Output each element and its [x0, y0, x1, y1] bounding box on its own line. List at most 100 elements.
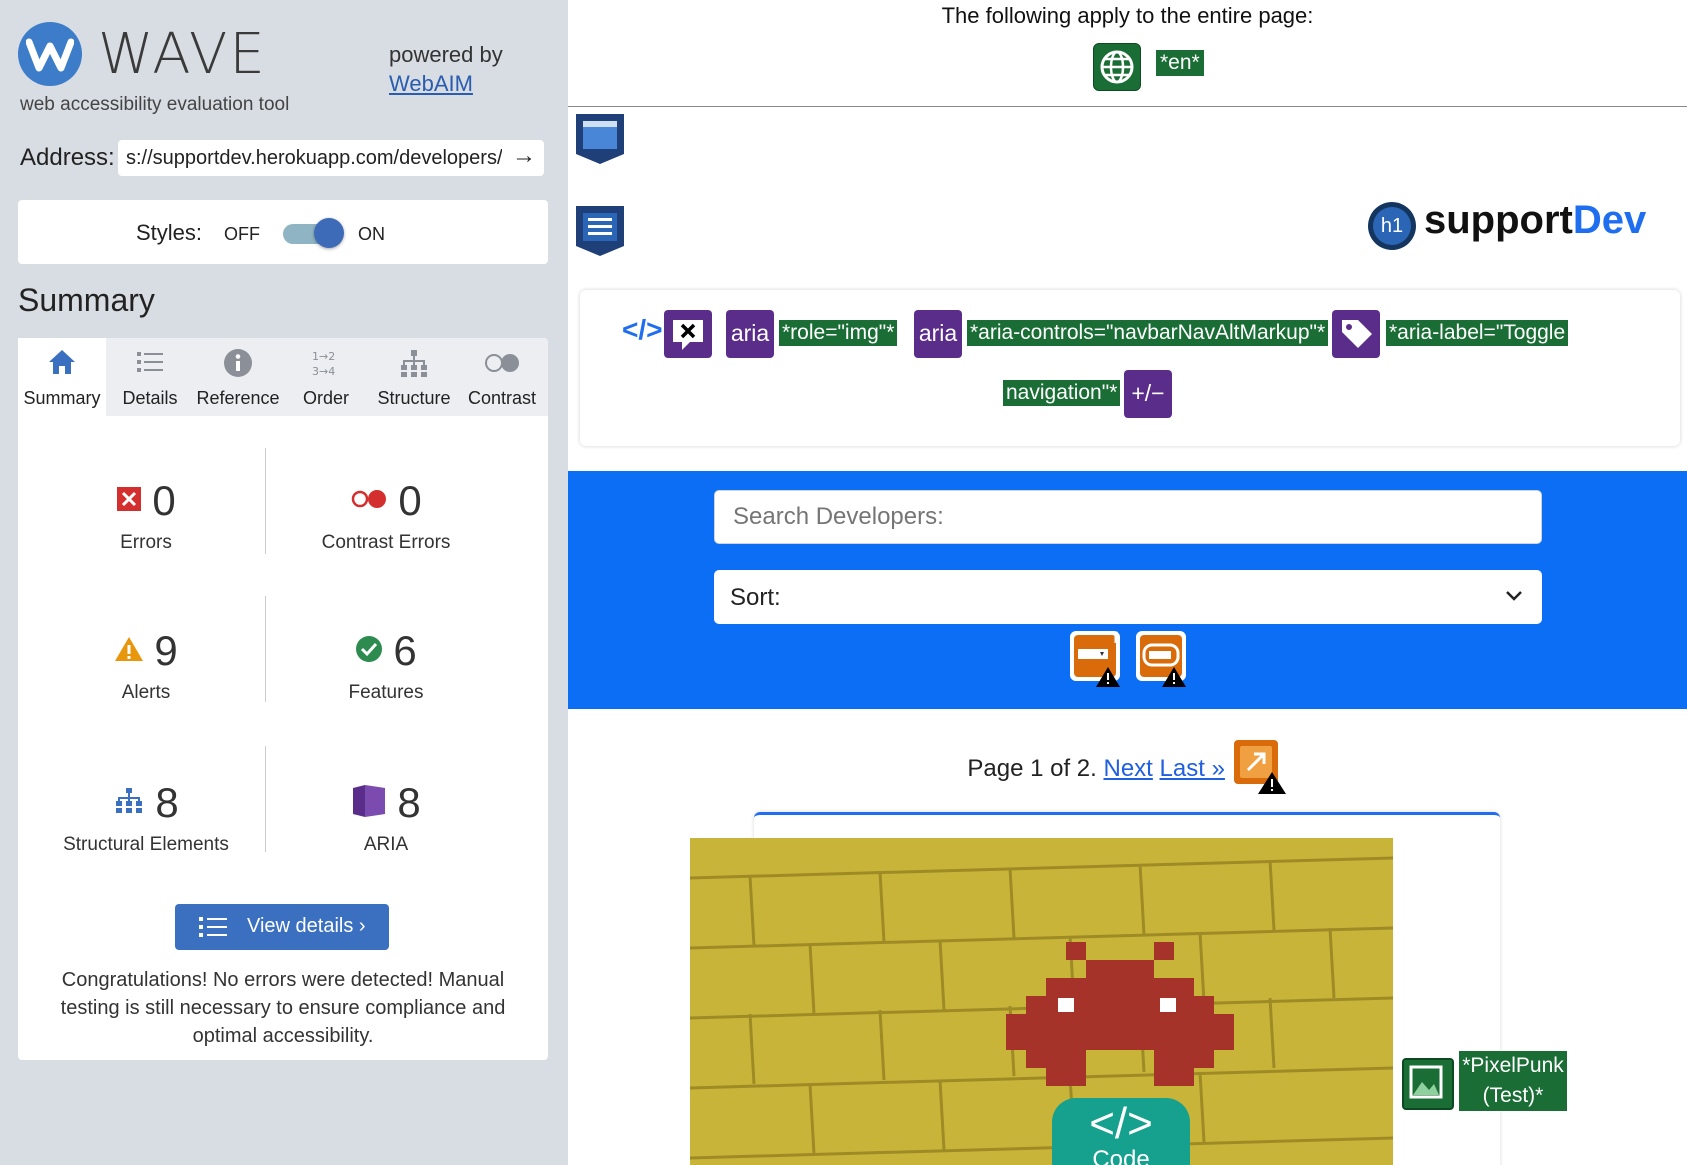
button-empty-icon[interactable] [664, 310, 712, 358]
site-title: supportDev [1424, 198, 1647, 242]
tab-label: Structure [377, 388, 451, 408]
sort-select[interactable]: Sort: [714, 570, 1542, 624]
navigation-region-icon[interactable] [574, 204, 626, 258]
address-input[interactable] [124, 146, 504, 171]
go-arrow-icon[interactable]: → [512, 142, 536, 170]
wave-logo-icon [18, 22, 82, 86]
alerts-label: Alerts [121, 682, 171, 703]
features-count: 6 [393, 627, 417, 674]
aria-controls-tag: *aria-controls="navbarNavAltMarkup"* [967, 320, 1329, 346]
wave-brand: WAVE [98, 22, 267, 87]
congrats-message: Congratulations! No errors were detected… [60, 969, 506, 1047]
developer-photo [690, 838, 1393, 1165]
pager-text: Page 1 of 2. [967, 754, 1097, 782]
tab-bar: Summary Details Reference 1→23→4 Order [18, 338, 548, 416]
sort-label: Sort: [730, 584, 781, 611]
error-icon [116, 486, 142, 517]
pager-last-link[interactable]: Last » [1160, 755, 1225, 782]
apply-text: The following apply to the entire page: [941, 3, 1314, 28]
stat-features[interactable]: 6 Features [266, 626, 506, 704]
errors-count: 0 [152, 477, 176, 524]
language-globe-icon[interactable] [1093, 43, 1141, 91]
view-details-label: View details › [247, 915, 366, 937]
alt-text-image-icon[interactable] [1402, 1058, 1454, 1110]
pager-next-link[interactable]: Next [1104, 755, 1153, 782]
list-icon [106, 348, 194, 378]
redundant-link-alert-icon[interactable] [1232, 738, 1288, 801]
list-icon [199, 916, 227, 944]
aria-icon[interactable]: aria [914, 310, 962, 358]
select-alert-icon[interactable] [1068, 629, 1122, 687]
search-developers-input[interactable] [714, 490, 1542, 544]
alerts-count: 9 [154, 627, 178, 674]
summary-panel: Summary Details Reference 1→23→4 Order [18, 338, 548, 1060]
aria-label-tag-icon[interactable] [1332, 310, 1380, 358]
aria-book-icon [351, 784, 387, 823]
code-button[interactable]: </> Code [1052, 1098, 1190, 1165]
stat-structural[interactable]: 8 Structural Elements [26, 778, 266, 856]
structure-icon [113, 787, 145, 820]
lang-tag: *en* [1156, 50, 1204, 76]
alert-icon [114, 635, 144, 668]
stat-contrast-errors[interactable]: 0 Contrast Errors [266, 476, 506, 554]
tab-label: Contrast [467, 388, 537, 408]
chevron-down-icon [1504, 584, 1524, 612]
tab-order[interactable]: 1→2 3→4 Order [282, 338, 370, 416]
info-icon [194, 348, 282, 378]
navbar-region: </> aria *role="img"* aria *aria-control… [580, 290, 1680, 446]
structural-label: Structural Elements [63, 834, 229, 855]
tab-label: Details [122, 388, 178, 408]
evaluated-page: The following apply to the entire page: … [568, 0, 1687, 1165]
tab-contrast[interactable]: Contrast [458, 338, 546, 416]
code-icon[interactable]: </> [622, 314, 662, 346]
select-alert-icon[interactable] [1134, 629, 1188, 687]
errors-label: Errors [120, 532, 172, 553]
search-band: Sort: [568, 471, 1687, 709]
aria-expanded-icon[interactable]: +/− [1124, 370, 1172, 418]
summary-heading: Summary [18, 282, 155, 318]
wave-tagline: web accessibility evaluation tool [20, 94, 290, 115]
stat-errors[interactable]: 0 Errors [26, 476, 266, 554]
header-region-icon[interactable] [574, 112, 626, 166]
view-details-button[interactable]: View details › [175, 904, 389, 950]
styles-toggle-knob[interactable] [314, 218, 344, 248]
address-box: → [118, 140, 544, 176]
tab-reference[interactable]: Reference [194, 338, 282, 416]
tab-label: Summary [23, 388, 101, 408]
heading-h1-icon[interactable]: h1 [1368, 202, 1416, 250]
address-label: Address: [20, 144, 115, 171]
tab-label: Reference [196, 388, 280, 408]
tab-summary[interactable]: Summary [18, 338, 106, 416]
contrast-icon [458, 348, 546, 378]
stat-aria[interactable]: 8 ARIA [266, 778, 506, 856]
role-tag: *role="img"* [779, 320, 898, 346]
powered-by-text: powered by [389, 42, 503, 67]
aria-label: ARIA [363, 834, 409, 855]
contrast-errors-count: 0 [398, 477, 422, 524]
aria-label-tag-cont: navigation"* [1003, 380, 1121, 406]
code-label: Code [1092, 1146, 1150, 1165]
svg-text:1→2: 1→2 [312, 350, 335, 363]
order-icon: 1→2 3→4 [282, 348, 370, 378]
aria-icon[interactable]: aria [726, 310, 774, 358]
alt-text-tag: *PixelPunk (Test)* [1459, 1051, 1567, 1111]
tab-details[interactable]: Details [106, 338, 194, 416]
styles-label: Styles: [136, 220, 203, 245]
webaim-link[interactable]: WebAIM [389, 71, 473, 97]
pagination: Page 1 of 2. Next Last » [568, 738, 1687, 801]
styles-off-label: OFF [224, 224, 260, 244]
svg-text:3→4: 3→4 [312, 365, 335, 378]
styles-toggle-panel: Styles: OFF ON [18, 200, 548, 264]
tab-label: Order [302, 388, 349, 408]
aria-count: 8 [397, 779, 421, 826]
styles-on-label: ON [358, 224, 385, 244]
code-icon: </> [1089, 1099, 1153, 1148]
contrast-error-icon [350, 488, 388, 515]
aria-label-tag: *aria-label="Toggle [1386, 320, 1569, 346]
contrast-errors-label: Contrast Errors [321, 532, 451, 553]
stat-alerts[interactable]: 9 Alerts [26, 626, 266, 704]
structure-icon [370, 348, 458, 378]
features-label: Features [348, 682, 424, 703]
feature-check-icon [355, 635, 383, 668]
tab-structure[interactable]: Structure [370, 338, 458, 416]
